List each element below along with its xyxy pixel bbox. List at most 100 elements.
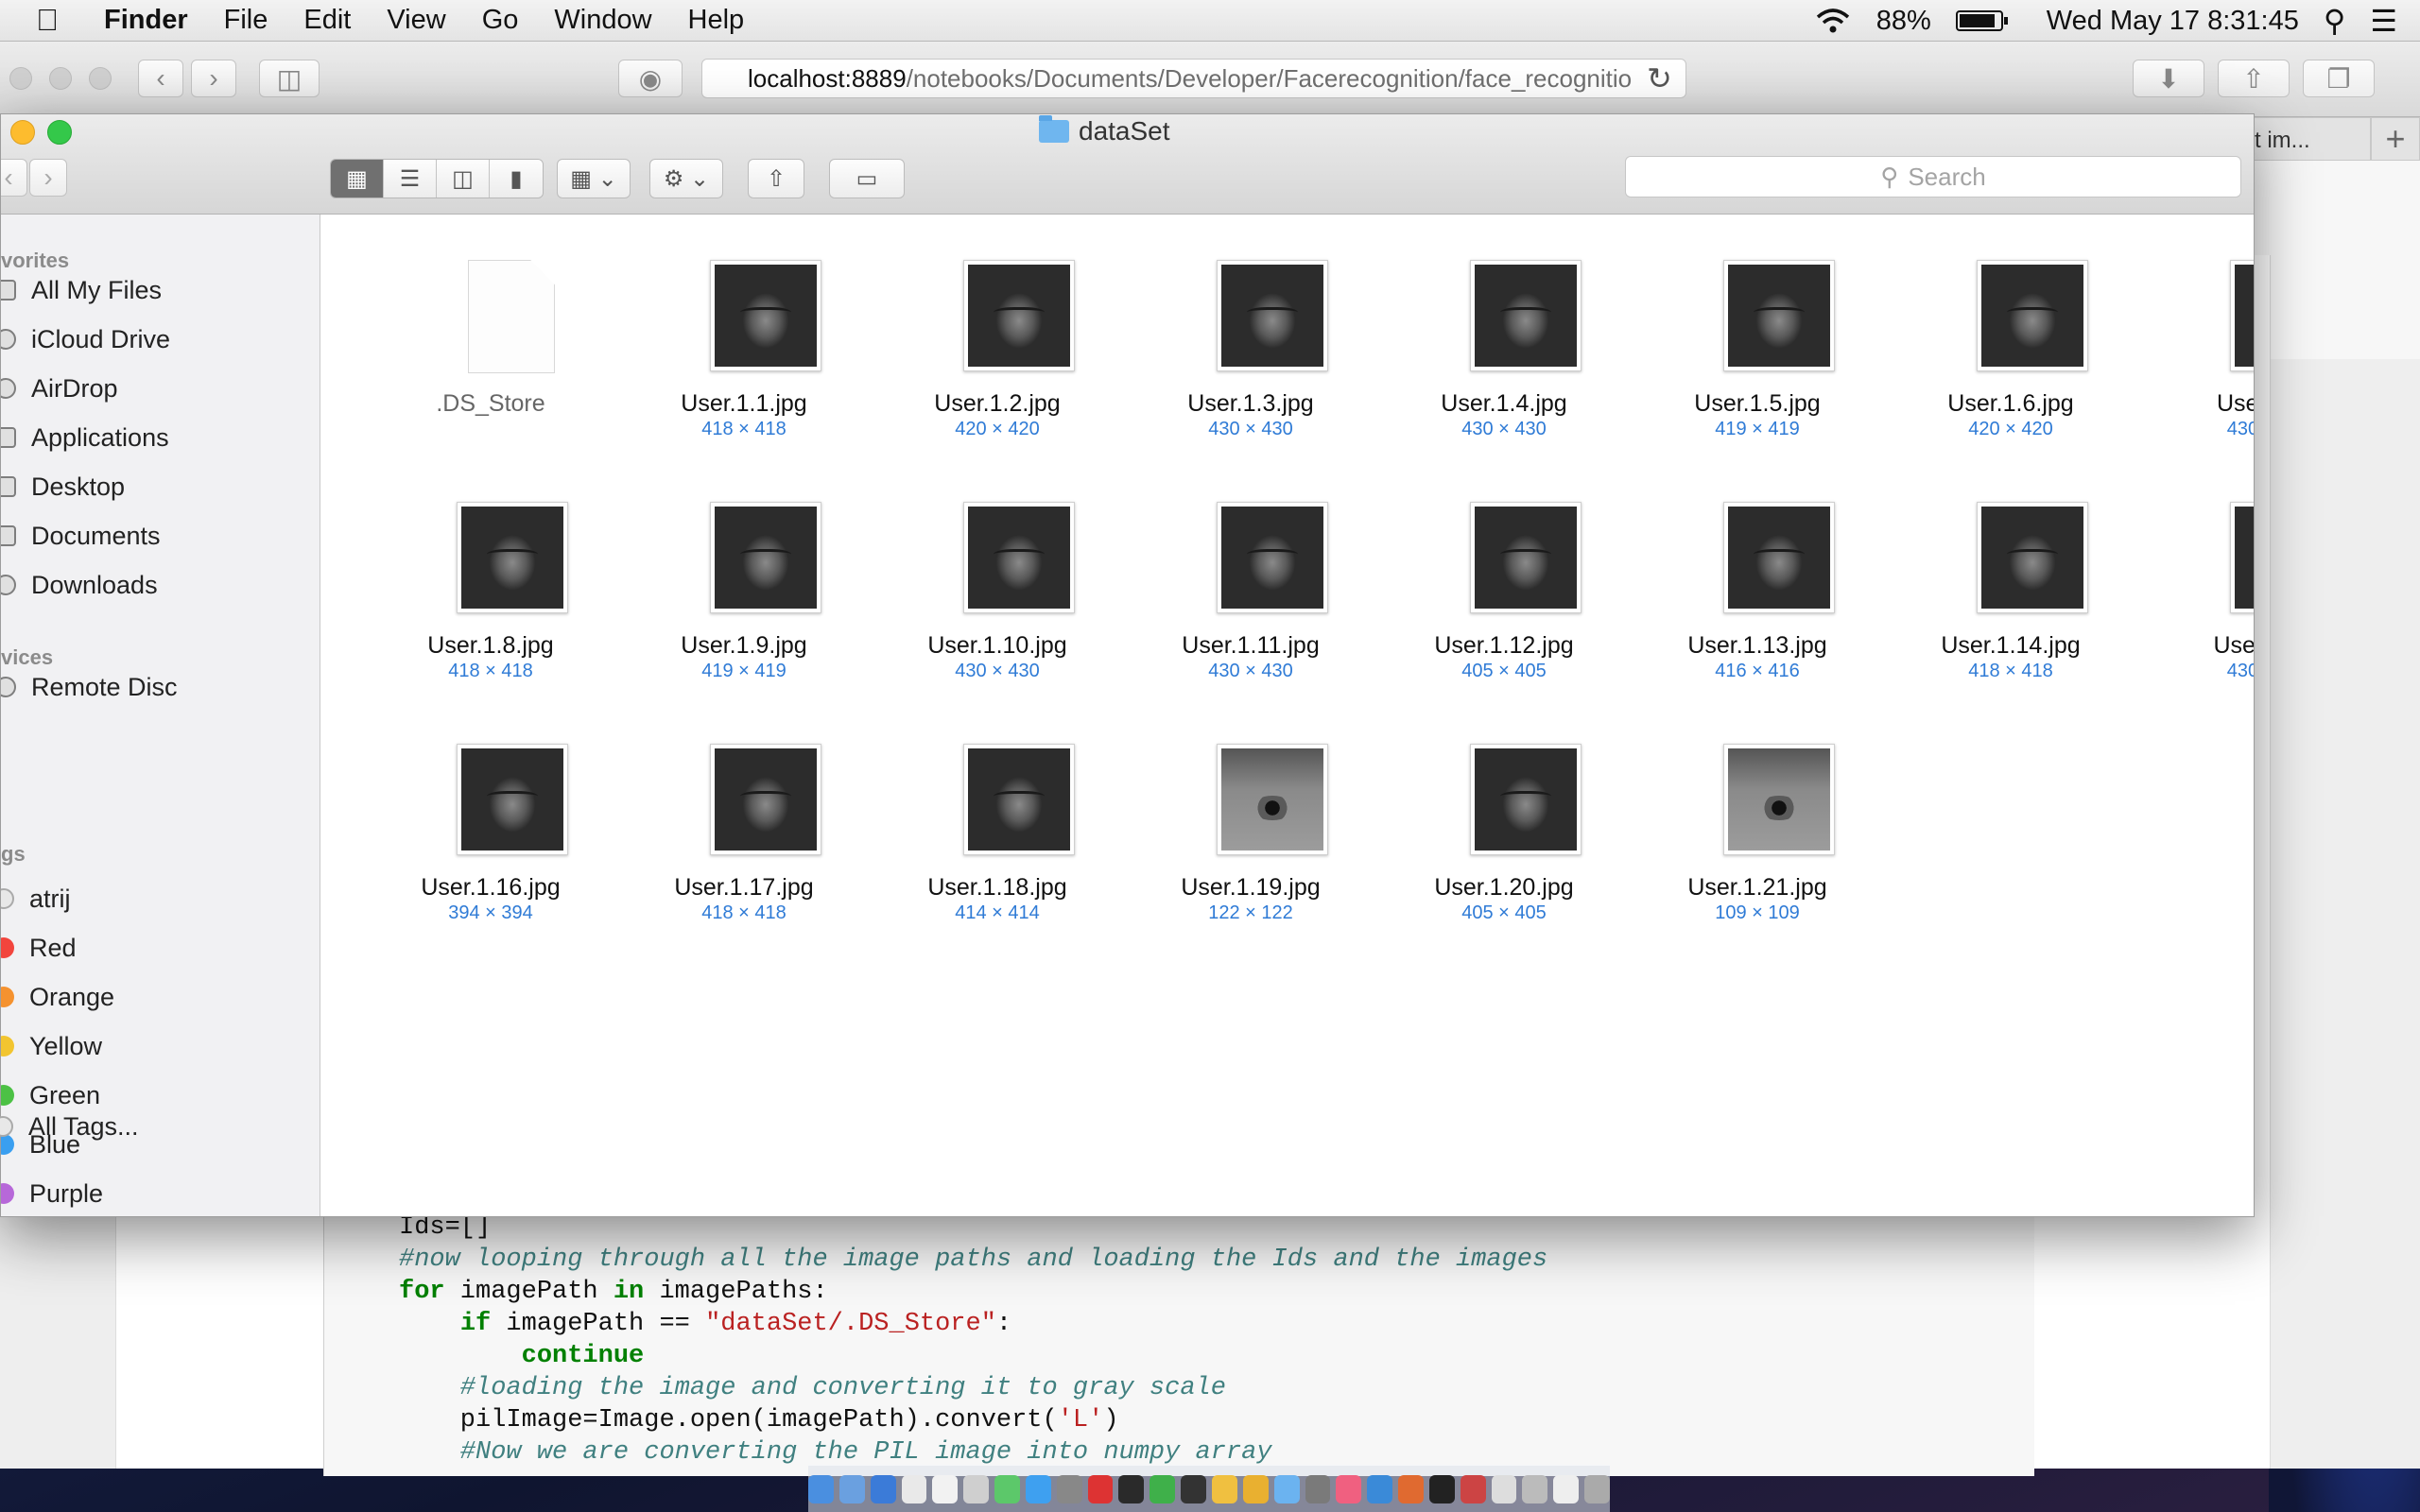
sidebar-item-documents[interactable]: Documents <box>1 517 161 555</box>
battery-icon[interactable] <box>1955 10 2008 31</box>
wifi-icon[interactable] <box>1814 7 1852 35</box>
sidebar-toggle-icon[interactable]: ◫ <box>259 60 320 97</box>
file-item[interactable]: User.1.8.jpg 418 × 418 <box>368 502 614 691</box>
list-view-icon[interactable]: ☰ <box>384 160 437 198</box>
reload-icon[interactable]: ↻ <box>1647 60 1672 96</box>
file-item[interactable]: User.1.9.jpg 419 × 419 <box>621 502 867 691</box>
menu-edit[interactable]: Edit <box>303 5 351 36</box>
action-gear-icon[interactable]: ⚙ ⌄ <box>649 159 723 198</box>
dock-app-icon[interactable] <box>1336 1474 1362 1503</box>
file-item[interactable]: User.1.6.jpg 420 × 420 <box>1888 260 2134 449</box>
dock-app-icon[interactable] <box>1118 1474 1145 1503</box>
sidebar-tag-purple[interactable]: Purple <box>1 1175 103 1212</box>
sidebar-item-icloud-drive[interactable]: iCloud Drive <box>1 320 170 358</box>
dock-app-icon[interactable] <box>963 1474 990 1503</box>
arrange-icon[interactable]: ▦ ⌄ <box>557 159 631 198</box>
battery-percent[interactable]: 88% <box>1876 6 1931 37</box>
file-item[interactable]: User.1.14.jpg 418 × 418 <box>1888 502 2134 691</box>
file-item[interactable]: User.1.19.jpg 122 × 122 <box>1128 744 1374 933</box>
minimize-button[interactable] <box>10 120 35 145</box>
dock-app-icon[interactable] <box>808 1474 834 1503</box>
new-tab-button[interactable]: + <box>2371 117 2420 161</box>
privacy-icon[interactable]: ◉ <box>618 60 683 97</box>
file-item[interactable]: User.1.3.jpg 430 × 430 <box>1128 260 1374 449</box>
icon-view-icon[interactable]: ▦ <box>331 160 384 198</box>
sidebar-tag-orange[interactable]: Orange <box>1 978 114 1016</box>
file-item[interactable]: User.1.10.jpg 430 × 430 <box>874 502 1120 691</box>
dock-app-icon[interactable] <box>1522 1474 1548 1503</box>
address-bar[interactable]: localhost:8889/notebooks/Documents/Devel… <box>701 59 1686 98</box>
file-item[interactable]: User.1.18.jpg 414 × 414 <box>874 744 1120 933</box>
column-view-icon[interactable]: ◫ <box>437 160 490 198</box>
apple-menu-icon[interactable]:  <box>36 3 87 38</box>
close-button[interactable] <box>9 67 32 90</box>
dock-app-icon[interactable] <box>838 1474 865 1503</box>
back-button[interactable]: ‹ <box>138 60 183 97</box>
spotlight-icon[interactable]: ⚲ <box>2324 3 2345 39</box>
browser-tab[interactable]: t im... <box>2248 117 2371 161</box>
menu-window[interactable]: Window <box>554 5 651 36</box>
zoom-button[interactable] <box>47 120 72 145</box>
cover-flow-icon[interactable]: ▮ <box>490 160 543 198</box>
dock-app-icon[interactable] <box>1553 1474 1580 1503</box>
back-button[interactable]: ‹ <box>1 159 27 197</box>
menu-go[interactable]: Go <box>482 5 519 36</box>
dock-app-icon[interactable] <box>1491 1474 1517 1503</box>
menu-view[interactable]: View <box>387 5 445 36</box>
file-item[interactable]: User.1.16.jpg 394 × 394 <box>368 744 614 933</box>
file-item[interactable]: User.1.12.jpg 405 × 405 <box>1381 502 1627 691</box>
dock-app-icon[interactable] <box>1056 1474 1082 1503</box>
file-item[interactable]: User.1.7.430 × 43 <box>2141 260 2254 449</box>
dock-app-icon[interactable] <box>1584 1474 1610 1503</box>
dock-app-icon[interactable] <box>1398 1474 1424 1503</box>
dock-app-icon[interactable] <box>1460 1474 1486 1503</box>
dock-app-icon[interactable] <box>1150 1474 1176 1503</box>
sidebar-item-remote-disc[interactable]: Remote Disc <box>1 668 178 706</box>
dock-app-icon[interactable] <box>1242 1474 1269 1503</box>
forward-button[interactable]: › <box>29 159 67 197</box>
file-item[interactable]: User.1.17.jpg 418 × 418 <box>621 744 867 933</box>
share-icon[interactable]: ⇧ <box>2218 60 2290 97</box>
file-item-ds-store[interactable]: .DS_Store <box>368 260 614 449</box>
dock-app-icon[interactable] <box>932 1474 959 1503</box>
dock-app-icon[interactable] <box>1025 1474 1051 1503</box>
search-input[interactable]: ⚲ Search <box>1625 156 2241 198</box>
dock-app-icon[interactable] <box>901 1474 927 1503</box>
tabs-overview-icon[interactable]: ❐ <box>2303 60 2375 97</box>
forward-button[interactable]: › <box>191 60 236 97</box>
sidebar-tag-yellow[interactable]: Yellow <box>1 1027 102 1065</box>
file-item[interactable]: User.1.11.jpg 430 × 430 <box>1128 502 1374 691</box>
dock-app-icon[interactable] <box>994 1474 1020 1503</box>
notification-center-icon[interactable]: ☰ <box>2370 3 2397 39</box>
dock-app-icon[interactable] <box>1428 1474 1455 1503</box>
dock-app-icon[interactable] <box>1181 1474 1206 1503</box>
downloads-icon[interactable]: ⬇ <box>2133 60 2204 97</box>
clock[interactable]: Wed May 17 8:31:45 <box>2047 6 2299 37</box>
file-item[interactable]: User.1.5.jpg 419 × 419 <box>1634 260 1880 449</box>
sidebar-item-airdrop[interactable]: AirDrop <box>1 369 118 407</box>
file-item[interactable]: User.1.4.jpg 430 × 430 <box>1381 260 1627 449</box>
file-item[interactable]: User.1.20.jpg 405 × 405 <box>1381 744 1627 933</box>
sidebar-tag-atrij[interactable]: atrij <box>1 880 71 918</box>
file-item[interactable]: User.1.2.jpg 420 × 420 <box>874 260 1120 449</box>
dock-app-icon[interactable] <box>870 1474 896 1503</box>
share-icon[interactable]: ⇧ <box>748 159 804 198</box>
dock-app-icon[interactable] <box>1212 1474 1237 1503</box>
sidebar-tag-all-tags[interactable]: All Tags... <box>0 1108 139 1145</box>
menu-help[interactable]: Help <box>688 5 745 36</box>
dock-app-icon[interactable] <box>1305 1474 1331 1503</box>
sidebar-item-applications[interactable]: Applications <box>1 419 169 456</box>
file-item[interactable]: User.1.13.jpg 416 × 416 <box>1634 502 1880 691</box>
sidebar-item-desktop[interactable]: Desktop <box>1 468 125 506</box>
menu-file[interactable]: File <box>224 5 268 36</box>
sidebar-tag-red[interactable]: Red <box>1 929 77 967</box>
file-item[interactable]: User.1.15430 × 43 <box>2141 502 2254 691</box>
minimize-button[interactable] <box>49 67 72 90</box>
sidebar-item-all-my-files[interactable]: All My Files <box>1 271 162 309</box>
dock-app-icon[interactable] <box>1087 1474 1114 1503</box>
file-item[interactable]: User.1.1.jpg 418 × 418 <box>621 260 867 449</box>
zoom-button[interactable] <box>89 67 112 90</box>
dock-app-icon[interactable] <box>1273 1474 1300 1503</box>
dock-app-icon[interactable] <box>1367 1474 1393 1503</box>
sidebar-item-downloads[interactable]: Downloads <box>1 566 158 604</box>
